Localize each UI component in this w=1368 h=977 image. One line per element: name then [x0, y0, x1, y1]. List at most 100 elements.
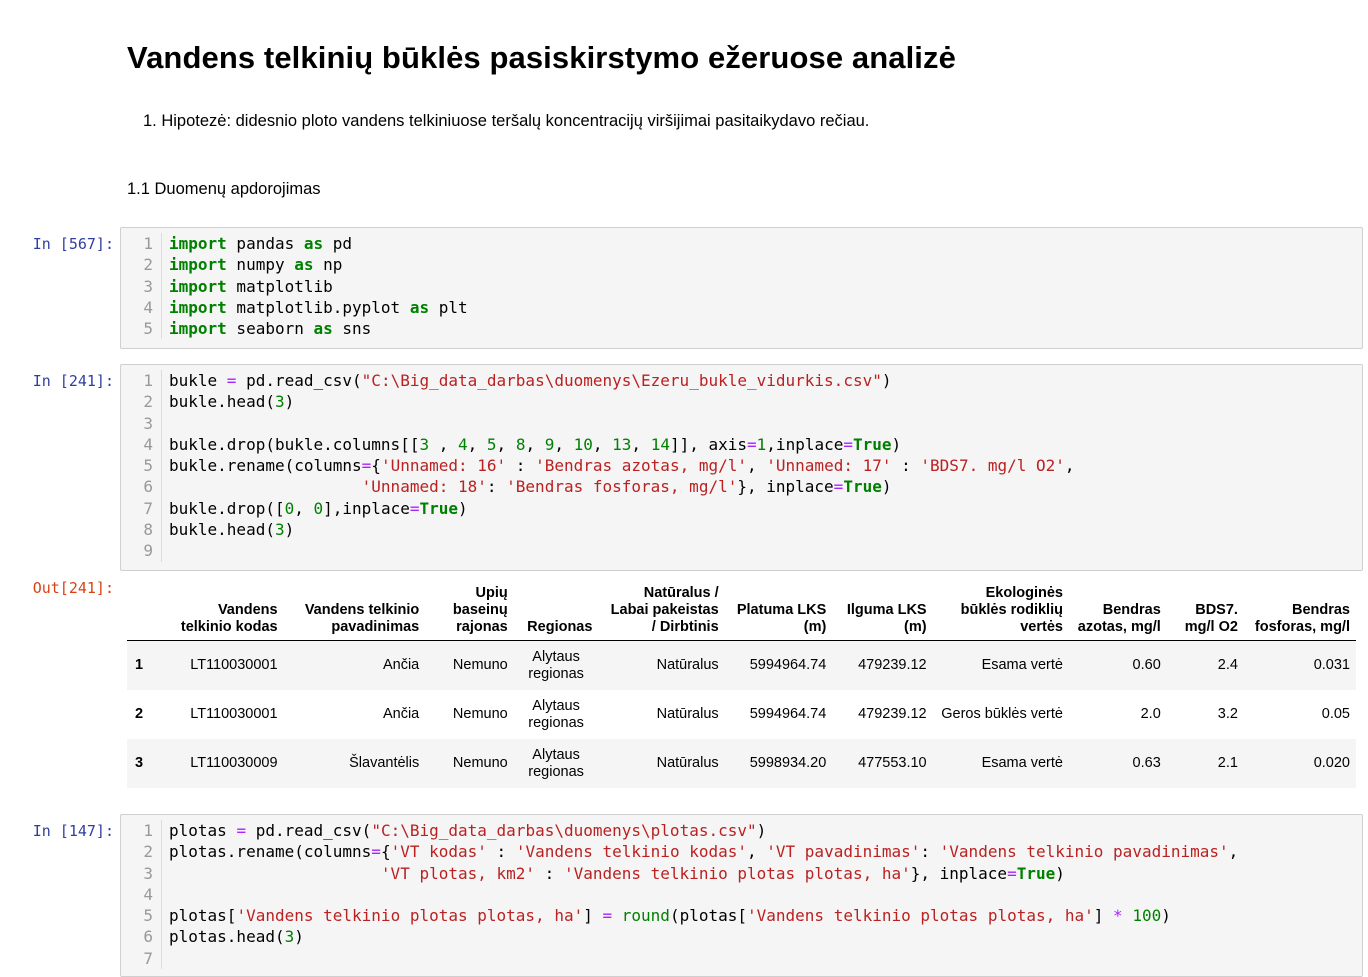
table-cell: Alytaus regionas	[528, 746, 584, 780]
line-number: 1	[121, 820, 162, 842]
code-cell-imports[interactable]: 1 import pandas as pd 2 import numpy as np 3…	[120, 227, 1363, 349]
line-number: 6	[121, 476, 162, 498]
table-row: 3 LT110030009 Šlavantėlis Nemuno Alytaus reg…	[127, 739, 1356, 788]
input-prompt: In [147]:	[32, 822, 114, 840]
table-cell: 5994964.74	[749, 706, 827, 722]
code-text: import seaborn as sns	[169, 319, 372, 339]
table-cell: Šlavantėlis	[349, 755, 420, 771]
code-text: bukle = pd.read_csv("C:\Big_data_darbas\…	[169, 371, 892, 390]
table-cell: 0.63	[1132, 755, 1161, 771]
code-text: plotas['Vandens telkinio plotas plotas, …	[169, 906, 1171, 926]
line-number: 5	[121, 455, 162, 477]
code-line[interactable]: 1 plotas = pd.read_csv("C:\Big_data_darba…	[121, 820, 1362, 842]
table-row: 2 LT110030001 Ančia Nemuno Alytaus regionas N…	[127, 690, 1356, 739]
section-subheading: 1.1 Duomenų apdorojimas	[127, 180, 321, 198]
column-header: Regionas	[513, 581, 599, 641]
column-header: Ilguma LKS (m)	[832, 581, 933, 641]
table-cell: Nemuno	[452, 706, 508, 722]
code-line[interactable]: 6 plotas.head(3)	[121, 926, 1362, 948]
table-cell: Alytaus regionas	[528, 697, 584, 731]
code-cell-read-plotas[interactable]: 1 plotas = pd.read_csv("C:\Big_data_darba…	[120, 814, 1363, 977]
code-text: plotas.rename(columns={'VT kodas' : 'Van…	[169, 842, 1239, 862]
code-line[interactable]: 6 'Unnamed: 18': 'Bendras fosforas, mg/l…	[121, 476, 1362, 498]
column-header: Bendras fosforas, mg/l	[1243, 581, 1356, 641]
code-line[interactable]: 7 bukle.drop([0, 0],inplace=True)	[121, 497, 1362, 520]
table-cell: 2.0	[1140, 706, 1161, 722]
line-number: 2	[121, 841, 162, 863]
table-cell: 3.2	[1217, 706, 1238, 722]
code-line[interactable]: 4 bukle.drop(bukle.columns[[3 , 4, 5, 8, …	[121, 433, 1362, 456]
line-number: 7	[121, 947, 162, 970]
line-number: 2	[121, 391, 162, 413]
table-cell: 2.1	[1217, 755, 1238, 771]
row-index: 1	[135, 657, 144, 673]
code-line[interactable]: 1 import pandas as pd	[121, 233, 1362, 255]
table-cell: 0.60	[1132, 657, 1161, 673]
line-number: 4	[121, 433, 162, 456]
code-text: plotas = pd.read_csv("C:\Big_data_darbas…	[169, 821, 767, 840]
code-line[interactable]: 9	[121, 540, 1362, 562]
dataframe-output: Vandens telkinio kodas Vandens telkinio p…	[127, 581, 1356, 788]
line-number: 7	[121, 497, 162, 520]
table-cell: 2.4	[1217, 657, 1238, 673]
table-row: 1 LT110030001 Ančia Nemuno Alytaus regionas N…	[127, 640, 1356, 690]
line-number: 5	[121, 318, 162, 340]
code-line[interactable]: 8 bukle.head(3)	[121, 519, 1362, 541]
code-text: bukle.drop([0, 0],inplace=True)	[169, 498, 468, 518]
table-cell: Geros būklės vertė	[941, 706, 1063, 722]
code-line[interactable]: 7	[121, 947, 1362, 970]
code-line[interactable]: 2 bukle.head(3)	[121, 391, 1362, 413]
row-index: 3	[135, 755, 144, 771]
table-cell: 0.020	[1313, 755, 1350, 771]
table-cell: 0.05	[1321, 706, 1350, 722]
row-index: 2	[135, 706, 144, 722]
column-header: Vandens telkinio kodas	[165, 581, 284, 641]
code-line[interactable]: 5 import seaborn as sns	[121, 318, 1362, 340]
code-line[interactable]: 5 bukle.rename(columns={'Unnamed: 16' : '…	[121, 455, 1362, 477]
line-number: 5	[121, 905, 162, 927]
code-line[interactable]: 5 plotas['Vandens telkinio plotas plotas,…	[121, 905, 1362, 927]
output-prompt: Out[241]:	[32, 579, 114, 597]
code-text: import matplotlib	[169, 276, 333, 296]
code-text: bukle.drop(bukle.columns[[3 , 4, 5, 8, 9…	[169, 434, 902, 454]
line-number: 1	[121, 370, 162, 392]
code-text: import numpy as np	[169, 255, 343, 275]
table-cell: LT110030001	[190, 706, 278, 722]
line-number: 1	[121, 233, 162, 255]
code-text: bukle.head(3)	[169, 392, 295, 412]
code-line[interactable]: 1 bukle = pd.read_csv("C:\Big_data_darbas…	[121, 370, 1362, 392]
code-line[interactable]: 3	[121, 412, 1362, 434]
line-number: 8	[121, 519, 162, 541]
table-cell: LT110030001	[190, 657, 278, 673]
line-number: 6	[121, 926, 162, 948]
table-cell: 0.031	[1313, 657, 1350, 673]
column-header: Upių baseinų rajonas	[425, 581, 514, 641]
table-cell: Ančia	[382, 706, 420, 722]
column-header: Bendras azotas, mg/l	[1068, 581, 1167, 641]
code-line[interactable]: 2 plotas.rename(columns={'VT kodas' : 'Va…	[121, 841, 1362, 863]
table-cell: Esama vertė	[981, 755, 1063, 771]
code-text: import matplotlib.pyplot as plt	[169, 297, 468, 317]
code-text: bukle.head(3)	[169, 520, 295, 540]
hypothesis-text: 1. Hipotezė: didesnio ploto vandens telk…	[143, 112, 870, 130]
table-cell: Nemuno	[452, 657, 508, 673]
code-line[interactable]: 2 import numpy as np	[121, 254, 1362, 276]
input-prompt: In [241]:	[32, 372, 114, 390]
table-cell: 5998934.20	[749, 755, 827, 771]
code-editor[interactable]: 1 import pandas as pd 2 import numpy as np 3…	[121, 228, 1362, 340]
line-number: 9	[121, 540, 162, 562]
code-line[interactable]: 4 import matplotlib.pyplot as plt	[121, 296, 1362, 319]
column-header: Platuma LKS (m)	[724, 581, 833, 641]
code-editor[interactable]: 1 plotas = pd.read_csv("C:\Big_data_darba…	[121, 815, 1362, 970]
table-cell: Esama vertė	[981, 657, 1063, 673]
code-editor[interactable]: 1 bukle = pd.read_csv("C:\Big_data_darbas…	[121, 365, 1362, 562]
code-line[interactable]: 4	[121, 883, 1362, 906]
table-cell: 479239.12	[858, 706, 927, 722]
code-text: bukle.rename(columns={'Unnamed: 16' : 'B…	[169, 456, 1075, 476]
code-cell-read-bukle[interactable]: 1 bukle = pd.read_csv("C:\Big_data_darbas…	[120, 364, 1363, 571]
code-line[interactable]: 3 'VT plotas, km2' : 'Vandens telkinio p…	[121, 862, 1362, 884]
code-line[interactable]: 3 import matplotlib	[121, 275, 1362, 297]
table-cell: LT110030009	[190, 755, 278, 771]
column-header: BDS7. mg/l O2	[1166, 581, 1244, 641]
input-prompt: In [567]:	[32, 235, 114, 253]
